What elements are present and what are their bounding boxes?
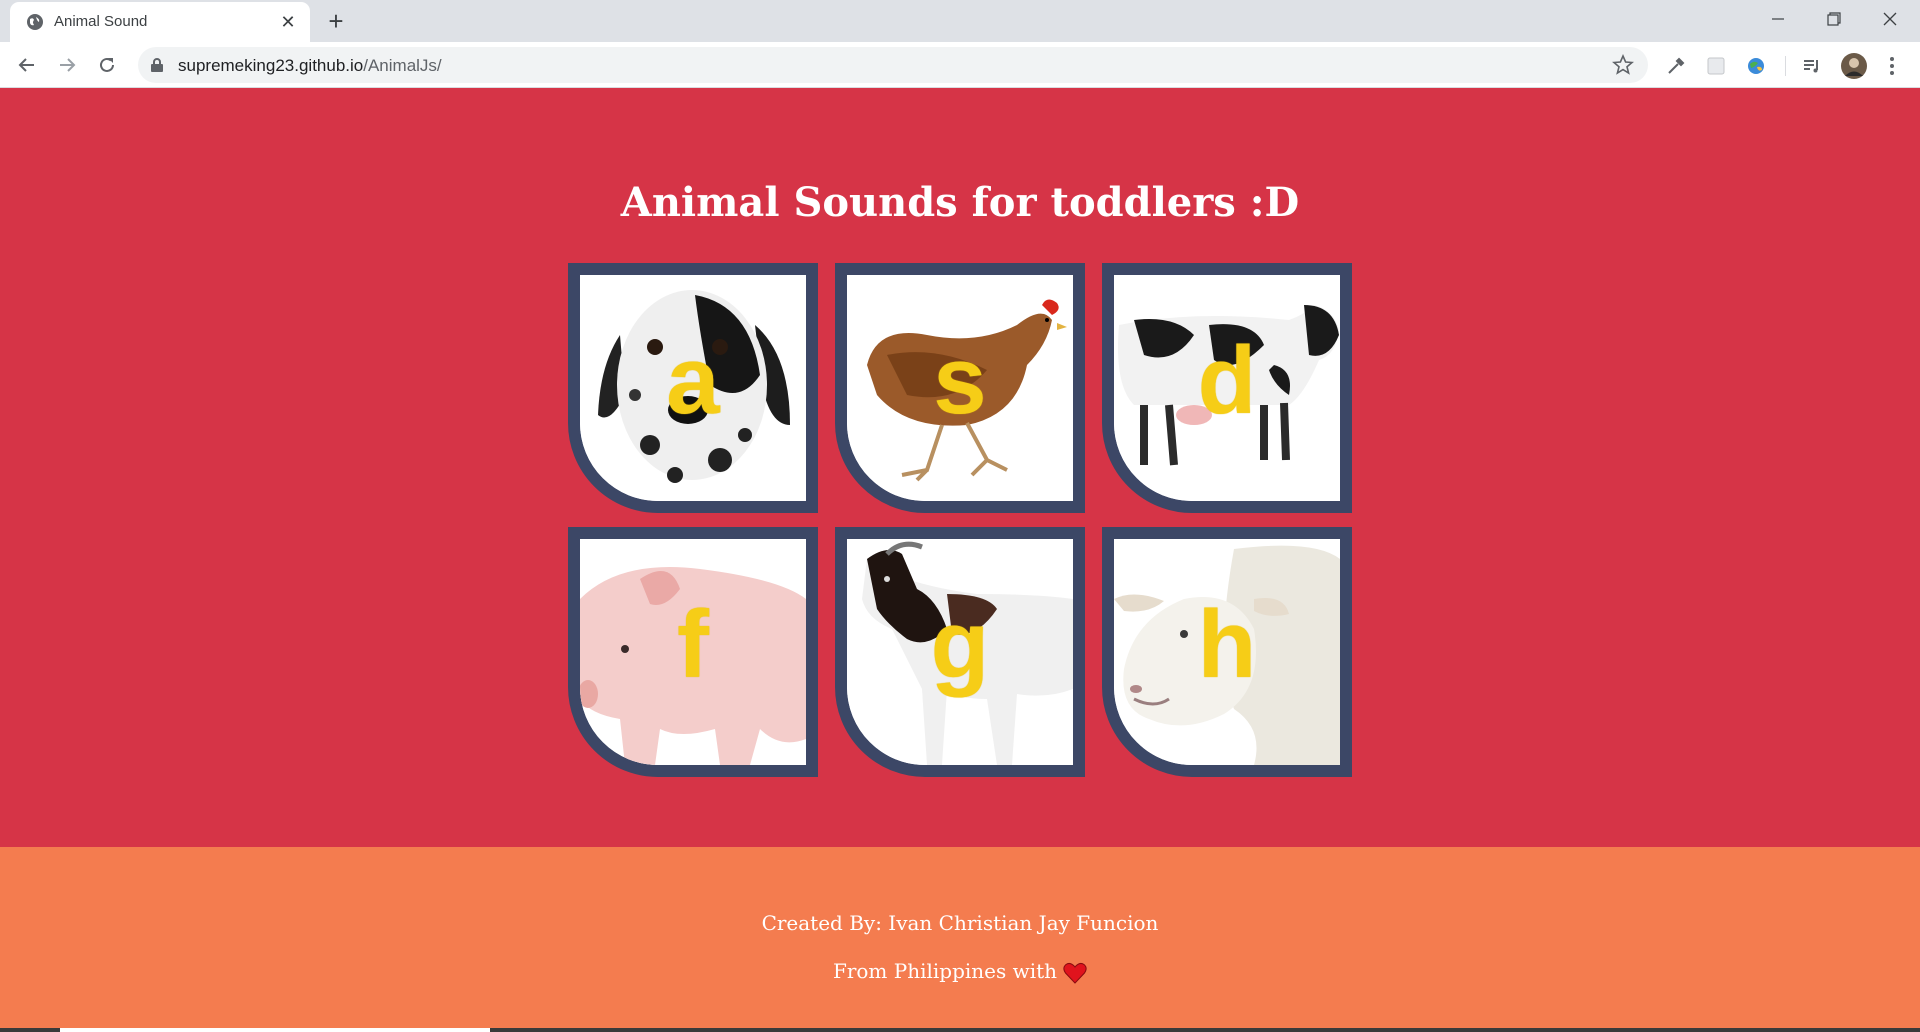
minimize-button[interactable]: [1750, 0, 1806, 38]
card-key-letter: a: [666, 327, 720, 434]
lock-icon: [151, 58, 163, 72]
eyedropper-extension-icon[interactable]: [1664, 54, 1688, 78]
restore-icon: [1827, 12, 1841, 26]
scroll-thumb: [60, 1028, 490, 1032]
url-text: supremeking23.github.io/AnimalJs/: [178, 56, 442, 76]
animal-card-goat[interactable]: g: [835, 527, 1085, 777]
globe-icon: [27, 14, 43, 30]
close-icon: [1883, 12, 1897, 26]
kebab-menu-icon[interactable]: [1880, 54, 1904, 78]
media-control-icon[interactable]: [1800, 54, 1824, 78]
close-tab-icon[interactable]: ✕: [276, 10, 300, 34]
animal-grid: a s d f g h: [568, 263, 1352, 777]
animal-card-pig[interactable]: f: [568, 527, 818, 777]
card-key-letter: f: [677, 591, 709, 698]
footer: Created By: Ivan Christian Jay Funcion F…: [0, 847, 1920, 1032]
animal-card-chicken[interactable]: s: [835, 263, 1085, 513]
restore-button[interactable]: [1806, 0, 1862, 38]
back-button[interactable]: [10, 48, 44, 82]
card-key-letter: s: [933, 327, 987, 434]
animal-card-cow[interactable]: d: [1102, 263, 1352, 513]
url-host: supremeking23.github.io: [178, 56, 364, 75]
url-path: /AnimalJs/: [363, 56, 442, 75]
browser-tabstrip: Animal Sound ✕ +: [0, 0, 1920, 42]
card-key-letter: h: [1197, 591, 1257, 698]
heart-icon: [1063, 962, 1087, 984]
animal-card-sheep[interactable]: h: [1102, 527, 1352, 777]
page-body: Animal Sounds for toddlers :D a s d f g …: [0, 89, 1920, 1032]
minimize-icon: [1772, 18, 1784, 20]
star-icon[interactable]: [1612, 54, 1634, 76]
origin-text: From Philippines with: [832, 959, 1058, 983]
globe-extension-icon[interactable]: [1744, 54, 1768, 78]
new-tab-button[interactable]: +: [322, 8, 350, 36]
avatar[interactable]: [1840, 52, 1868, 80]
arrow-right-icon: [60, 58, 76, 72]
card-key-letter: d: [1197, 327, 1257, 434]
bottom-scroll-indicator: [0, 1028, 1920, 1032]
reload-button[interactable]: [90, 48, 124, 82]
close-window-button[interactable]: [1862, 0, 1918, 38]
forward-button[interactable]: [50, 48, 84, 82]
animal-card-dog[interactable]: a: [568, 263, 818, 513]
toolbar-separator: [1785, 56, 1786, 76]
credit-text: Created By: Ivan Christian Jay Funcion: [761, 911, 1159, 935]
browser-tab[interactable]: Animal Sound ✕: [10, 2, 310, 42]
reload-icon: [100, 57, 114, 72]
arrow-left-icon: [18, 58, 34, 72]
browser-toolbar: supremeking23.github.io/AnimalJs/: [0, 42, 1920, 88]
card-key-letter: g: [930, 591, 990, 698]
tab-title: Animal Sound: [54, 13, 148, 30]
address-bar[interactable]: supremeking23.github.io/AnimalJs/: [138, 47, 1648, 83]
origin-line: From Philippines with: [0, 959, 1920, 984]
grid-extension-icon[interactable]: [1704, 54, 1728, 78]
page-title: Animal Sounds for toddlers :D: [620, 179, 1300, 226]
